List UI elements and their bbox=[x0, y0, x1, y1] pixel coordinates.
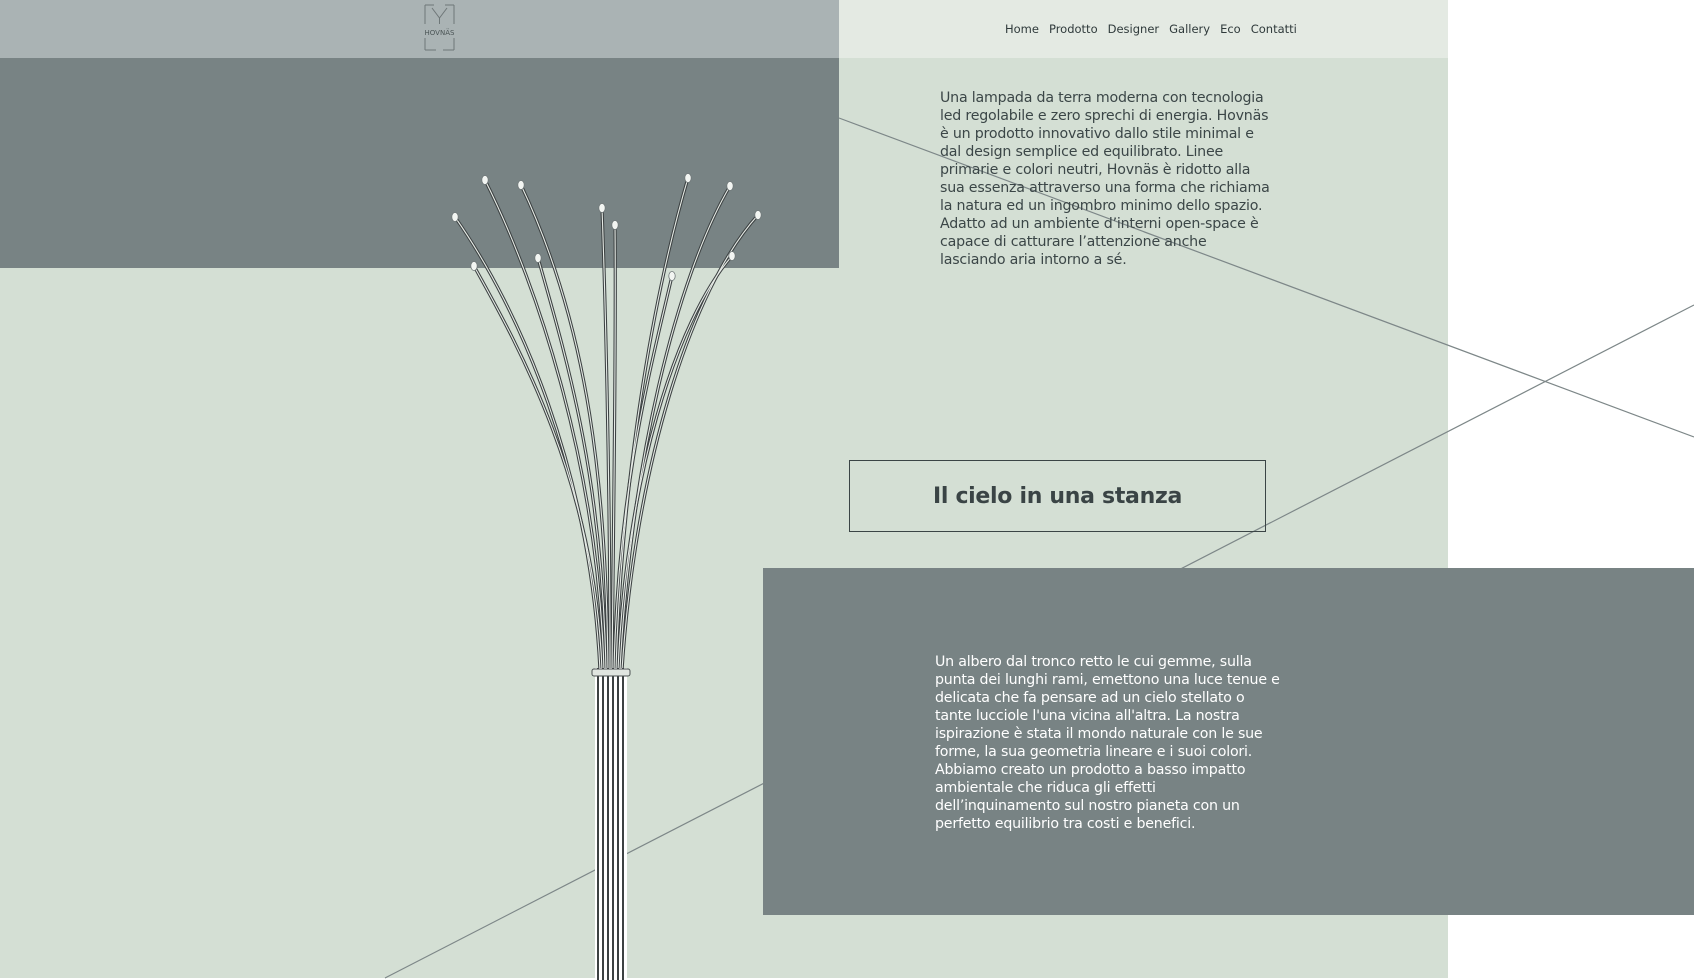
nav-prodotto[interactable]: Prodotto bbox=[1049, 22, 1098, 36]
product-intro-text: Una lampada da terra moderna con tecnolo… bbox=[940, 90, 1270, 268]
nav-contatti[interactable]: Contatti bbox=[1251, 22, 1297, 36]
header-left-bar bbox=[0, 0, 839, 58]
main-nav: Home Prodotto Designer Gallery Eco Conta… bbox=[1005, 22, 1297, 36]
nav-designer[interactable]: Designer bbox=[1108, 22, 1160, 36]
lamp-illustration bbox=[451, 173, 762, 980]
logo-wordmark: HOVNÄS bbox=[425, 28, 455, 37]
nav-eco[interactable]: Eco bbox=[1220, 22, 1241, 36]
concept-text: Un albero dal tronco retto le cui gemme,… bbox=[935, 654, 1280, 832]
hovnas-logo[interactable]: HOVNÄS bbox=[422, 2, 457, 52]
nav-gallery[interactable]: Gallery bbox=[1169, 22, 1210, 36]
nav-home[interactable]: Home bbox=[1005, 22, 1039, 36]
slogan-box: Il cielo in una stanza bbox=[849, 460, 1266, 532]
slogan-title: Il cielo in una stanza bbox=[932, 483, 1183, 509]
